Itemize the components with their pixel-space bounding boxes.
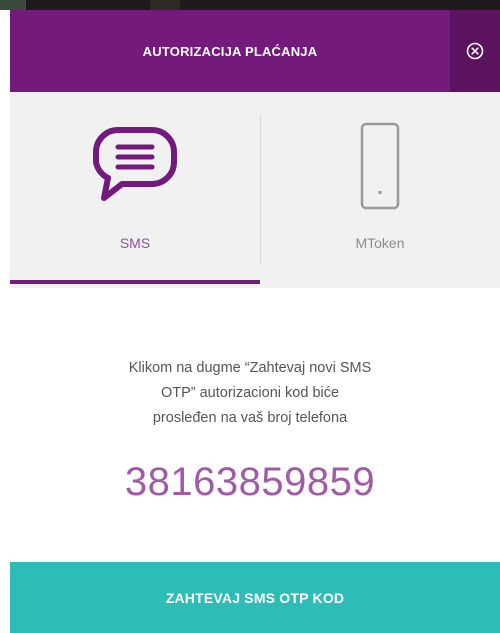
close-circle-icon [466,42,484,60]
tab-selected-indicator [10,280,260,284]
tab-mtoken-label: MToken [355,235,405,251]
background-fragment [150,0,180,10]
tablet-device-icon [360,122,400,210]
otp-dialog: AUTORIZACIJA PLAĆANJA SMS MToken Klikom … [0,0,500,633]
background-strip [0,0,500,10]
otp-instructions: Klikom na dugme “Zahtevaj novi SMS OTP” … [60,356,440,431]
tab-sms-label: SMS [119,235,151,251]
tab-sms[interactable]: SMS [10,92,260,288]
phone-number: 38163859859 [124,460,376,504]
dialog-header: AUTORIZACIJA PLAĆANJA [10,10,500,92]
instruction-line: Klikom na dugme “Zahtevaj novi SMS [128,360,372,376]
request-otp-button[interactable]: ZAHTEVAJ SMS OTP KOD [10,562,500,633]
auth-method-tabs: SMS MToken [10,92,500,288]
instruction-line: prosleđen na vaš broj telefona [152,410,348,426]
close-button[interactable] [450,10,500,92]
background-fragment [0,0,26,10]
tab-mtoken[interactable]: MToken [260,92,500,288]
instruction-line: OTP” autorizacioni kod biće [160,385,340,401]
dialog-title: AUTORIZACIJA PLAĆANJA [142,43,318,59]
chat-bubble-icon [93,127,177,201]
